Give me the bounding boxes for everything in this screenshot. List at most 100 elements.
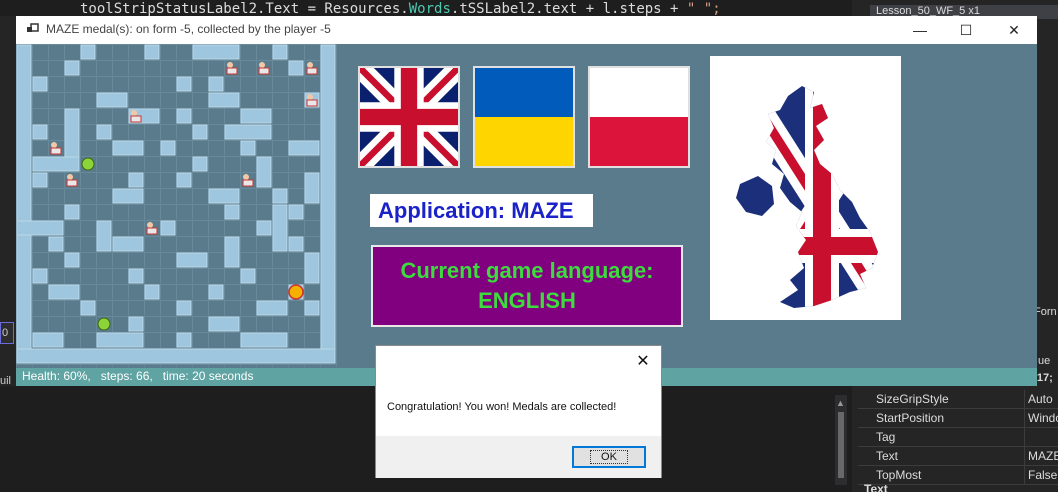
maze-wall (192, 124, 208, 140)
property-description-title: Text (864, 482, 888, 492)
property-row[interactable]: TopMost False (858, 466, 1058, 485)
maze-window: MAZE medal(s): on form -5, collected by … (16, 16, 1037, 386)
property-row[interactable]: Text MAZE (858, 447, 1058, 466)
message-dialog: ✕ Congratulation! You won! Medals are co… (375, 345, 662, 478)
maze-wall (272, 44, 288, 60)
maze-wall (240, 268, 256, 284)
editor-scrollbar-thumb[interactable] (838, 412, 844, 478)
window-titlebar[interactable]: MAZE medal(s): on form -5, collected by … (16, 16, 1037, 44)
maze-canvas (16, 44, 336, 364)
maze-wall (16, 220, 64, 236)
property-row[interactable]: SizeGripStyle Auto (858, 390, 1058, 409)
scroll-up-icon[interactable]: ▲ (836, 398, 845, 408)
maze-wall (128, 316, 144, 332)
maze-wall (208, 188, 240, 204)
maze-wall (16, 44, 32, 364)
maze-wall (208, 76, 224, 92)
maze-wall (288, 204, 304, 220)
app-icon (27, 23, 39, 32)
dialog-message: Congratulation! You won! Medals are coll… (387, 401, 617, 413)
english-flag-button[interactable] (358, 66, 460, 168)
ide-left-marker: 0 (0, 322, 14, 344)
maze-wall (176, 172, 192, 188)
maze-wall (304, 300, 320, 316)
property-value[interactable]: False (1028, 468, 1057, 482)
maze-wall (144, 44, 160, 60)
property-value[interactable]: Auto (1028, 392, 1053, 406)
maze-wall (288, 236, 304, 252)
maze-wall (192, 44, 240, 60)
medal-icon (242, 174, 254, 187)
maze-wall (32, 172, 48, 188)
maze-wall (32, 268, 48, 284)
property-value[interactable]: MAZE (1028, 449, 1058, 463)
maze-wall (192, 156, 208, 172)
code-text: toolStripStatusLabel2.Text = Resources.W… (80, 1, 721, 16)
maze-wall (176, 76, 192, 92)
maze-wall (96, 124, 112, 140)
maze-wall (224, 236, 240, 268)
properties-fragment-form: Forn (1034, 306, 1057, 318)
maze-wall (160, 140, 176, 156)
maximize-button[interactable]: ☐ (943, 16, 989, 44)
maze-wall (112, 188, 144, 204)
maze-wall (32, 124, 48, 140)
ukrainian-flag-button[interactable] (473, 66, 575, 168)
window-title: MAZE medal(s): on form -5, collected by … (46, 22, 331, 36)
close-button[interactable]: ✕ (991, 16, 1037, 44)
maze-wall (240, 332, 288, 348)
maze-wall (176, 332, 192, 348)
maze-wall (48, 236, 64, 252)
maze-wall (160, 220, 176, 236)
maze-wall (80, 300, 96, 316)
language-panel: Current game language: ENGLISH (371, 245, 683, 327)
maze-wall (320, 44, 336, 364)
dialog-close-button[interactable]: ✕ (633, 351, 653, 371)
maze-wall (64, 252, 80, 268)
dialog-footer: OK (376, 436, 661, 478)
maze-wall (256, 220, 272, 236)
uk-map-icon (736, 86, 878, 308)
uk-map-image (710, 56, 901, 320)
maze-wall (224, 204, 240, 220)
maze-wall (32, 332, 64, 348)
enemy-icon (81, 157, 95, 171)
medal-icon (146, 222, 158, 235)
maze-wall (128, 172, 144, 188)
maze-wall (16, 348, 336, 364)
ok-button[interactable]: OK (572, 446, 646, 468)
maze-wall (176, 300, 192, 316)
maze-wall (96, 332, 144, 348)
maze-wall (96, 220, 112, 252)
property-row[interactable]: Tag (858, 428, 1058, 447)
maze-wall (64, 60, 80, 76)
maze-wall (64, 204, 80, 220)
application-label: Application: MAZE (370, 194, 593, 227)
ukraine-flag-icon (475, 68, 573, 166)
maze-wall (112, 140, 144, 156)
medal-icon (226, 62, 238, 75)
maze-wall (128, 268, 144, 284)
window-client-area: Application: MAZE Current game language:… (16, 44, 1037, 368)
property-value[interactable]: Windo (1028, 411, 1058, 425)
maze-wall (304, 172, 320, 204)
language-caption: Current game language: (400, 258, 654, 283)
maze-field[interactable] (16, 44, 337, 367)
maze-wall (240, 108, 272, 124)
maze-wall (208, 316, 240, 332)
medal-icon (66, 174, 78, 187)
minimize-button[interactable]: — (897, 16, 943, 44)
property-row[interactable]: StartPosition Windo (858, 409, 1058, 428)
maze-wall (32, 156, 80, 172)
maze-wall (176, 252, 208, 268)
medal-icon (258, 62, 270, 75)
property-name: StartPosition (876, 411, 945, 425)
property-name: Text (876, 449, 899, 463)
polish-flag-button[interactable] (588, 66, 690, 168)
property-name: TopMost (876, 468, 922, 482)
language-value: ENGLISH (478, 288, 576, 313)
property-name: Tag (876, 430, 896, 444)
maze-wall (176, 108, 192, 124)
enemy-icon (97, 317, 111, 331)
maze-wall (272, 188, 288, 204)
